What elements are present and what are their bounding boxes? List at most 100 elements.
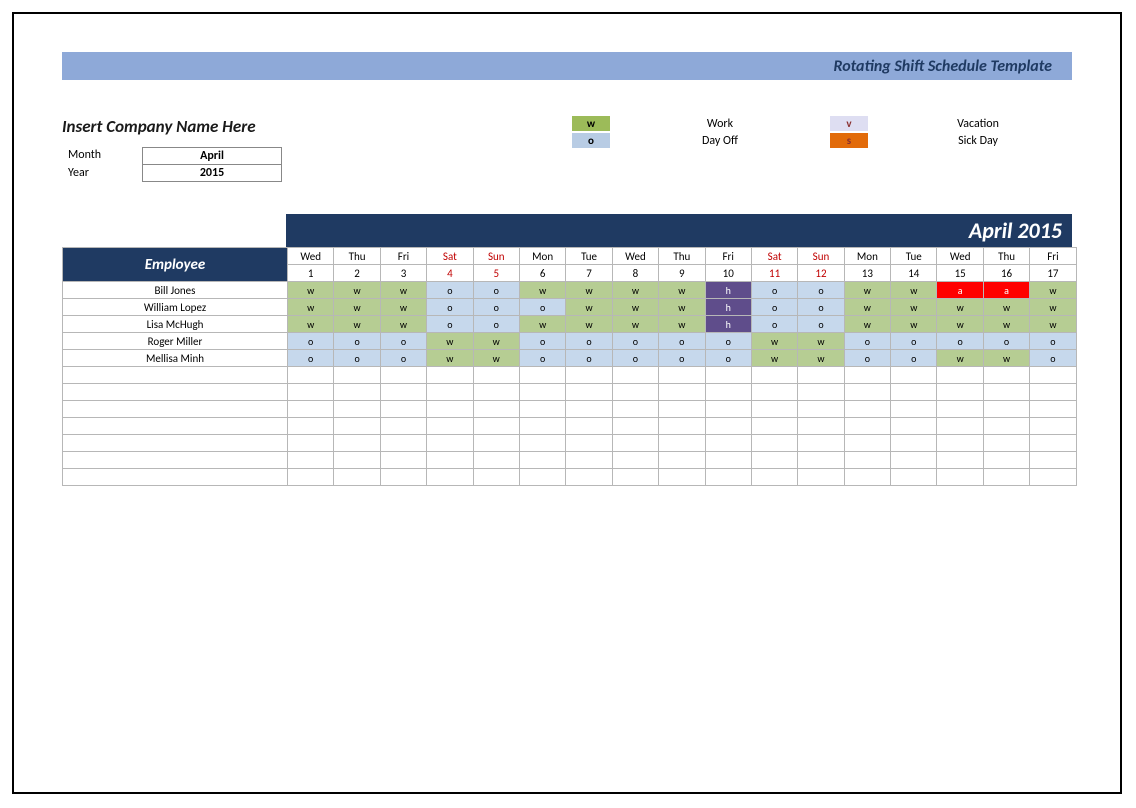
shift-cell[interactable]: [612, 384, 658, 401]
shift-cell[interactable]: o: [798, 282, 844, 299]
shift-cell[interactable]: [380, 435, 426, 452]
shift-cell[interactable]: [380, 452, 426, 469]
shift-cell[interactable]: a: [983, 282, 1029, 299]
shift-cell[interactable]: [288, 435, 334, 452]
employee-name-cell[interactable]: [63, 452, 288, 469]
shift-cell[interactable]: o: [566, 333, 612, 350]
shift-cell[interactable]: w: [519, 282, 565, 299]
shift-cell[interactable]: [891, 384, 937, 401]
shift-cell[interactable]: [566, 384, 612, 401]
shift-cell[interactable]: w: [427, 350, 473, 367]
shift-cell[interactable]: h: [705, 316, 751, 333]
shift-cell[interactable]: w: [891, 282, 937, 299]
shift-cell[interactable]: o: [612, 333, 658, 350]
shift-cell[interactable]: [844, 367, 890, 384]
shift-cell[interactable]: [334, 401, 380, 418]
shift-cell[interactable]: [937, 435, 983, 452]
shift-cell[interactable]: o: [334, 350, 380, 367]
shift-cell[interactable]: [566, 452, 612, 469]
shift-cell[interactable]: [427, 367, 473, 384]
shift-cell[interactable]: [705, 418, 751, 435]
shift-cell[interactable]: [612, 418, 658, 435]
shift-cell[interactable]: [844, 469, 890, 486]
shift-cell[interactable]: [1030, 367, 1076, 384]
shift-cell[interactable]: [844, 452, 890, 469]
shift-cell[interactable]: [891, 401, 937, 418]
shift-cell[interactable]: [705, 469, 751, 486]
shift-cell[interactable]: [612, 452, 658, 469]
shift-cell[interactable]: o: [844, 333, 890, 350]
shift-cell[interactable]: o: [288, 333, 334, 350]
shift-cell[interactable]: [937, 384, 983, 401]
shift-cell[interactable]: o: [1030, 350, 1076, 367]
shift-cell[interactable]: o: [937, 333, 983, 350]
shift-cell[interactable]: [427, 435, 473, 452]
shift-cell[interactable]: [659, 435, 705, 452]
shift-cell[interactable]: [983, 469, 1029, 486]
shift-cell[interactable]: w: [334, 299, 380, 316]
shift-cell[interactable]: [288, 452, 334, 469]
shift-cell[interactable]: [519, 452, 565, 469]
shift-cell[interactable]: [844, 418, 890, 435]
shift-cell[interactable]: [519, 435, 565, 452]
shift-cell[interactable]: w: [427, 333, 473, 350]
shift-cell[interactable]: [612, 367, 658, 384]
shift-cell[interactable]: [659, 469, 705, 486]
employee-name-cell[interactable]: Roger Miller: [63, 333, 288, 350]
shift-cell[interactable]: o: [288, 350, 334, 367]
shift-cell[interactable]: w: [844, 282, 890, 299]
employee-name-cell[interactable]: [63, 469, 288, 486]
shift-cell[interactable]: [566, 367, 612, 384]
company-name-placeholder[interactable]: Insert Company Name Here: [62, 116, 422, 137]
shift-cell[interactable]: w: [288, 316, 334, 333]
shift-cell[interactable]: [983, 435, 1029, 452]
shift-cell[interactable]: w: [844, 299, 890, 316]
shift-cell[interactable]: w: [612, 282, 658, 299]
shift-cell[interactable]: o: [798, 316, 844, 333]
shift-cell[interactable]: [705, 435, 751, 452]
shift-cell[interactable]: o: [380, 333, 426, 350]
shift-cell[interactable]: [983, 367, 1029, 384]
shift-cell[interactable]: [798, 469, 844, 486]
shift-cell[interactable]: o: [334, 333, 380, 350]
shift-cell[interactable]: w: [983, 350, 1029, 367]
shift-cell[interactable]: [844, 384, 890, 401]
shift-cell[interactable]: w: [612, 299, 658, 316]
shift-cell[interactable]: w: [473, 350, 519, 367]
shift-cell[interactable]: [1030, 452, 1076, 469]
shift-cell[interactable]: [612, 401, 658, 418]
shift-cell[interactable]: w: [891, 299, 937, 316]
shift-cell[interactable]: [380, 401, 426, 418]
shift-cell[interactable]: w: [380, 299, 426, 316]
shift-cell[interactable]: o: [473, 282, 519, 299]
shift-cell[interactable]: [983, 452, 1029, 469]
shift-cell[interactable]: [1030, 418, 1076, 435]
shift-cell[interactable]: [473, 418, 519, 435]
shift-cell[interactable]: w: [983, 299, 1029, 316]
shift-cell[interactable]: w: [566, 282, 612, 299]
shift-cell[interactable]: w: [380, 282, 426, 299]
shift-cell[interactable]: o: [705, 350, 751, 367]
shift-cell[interactable]: w: [473, 333, 519, 350]
shift-cell[interactable]: [334, 469, 380, 486]
employee-name-cell[interactable]: Lisa McHugh: [63, 316, 288, 333]
employee-name-cell[interactable]: William Lopez: [63, 299, 288, 316]
year-value-cell[interactable]: 2015: [142, 165, 282, 182]
shift-cell[interactable]: [380, 469, 426, 486]
shift-cell[interactable]: [380, 367, 426, 384]
shift-cell[interactable]: w: [288, 282, 334, 299]
shift-cell[interactable]: o: [751, 282, 797, 299]
shift-cell[interactable]: [427, 401, 473, 418]
shift-cell[interactable]: h: [705, 282, 751, 299]
shift-cell[interactable]: [1030, 435, 1076, 452]
shift-cell[interactable]: w: [659, 299, 705, 316]
shift-cell[interactable]: [751, 367, 797, 384]
shift-cell[interactable]: [751, 401, 797, 418]
shift-cell[interactable]: [334, 435, 380, 452]
shift-cell[interactable]: w: [288, 299, 334, 316]
shift-cell[interactable]: o: [705, 333, 751, 350]
shift-cell[interactable]: [937, 418, 983, 435]
shift-cell[interactable]: o: [751, 299, 797, 316]
shift-cell[interactable]: [612, 469, 658, 486]
shift-cell[interactable]: [566, 469, 612, 486]
